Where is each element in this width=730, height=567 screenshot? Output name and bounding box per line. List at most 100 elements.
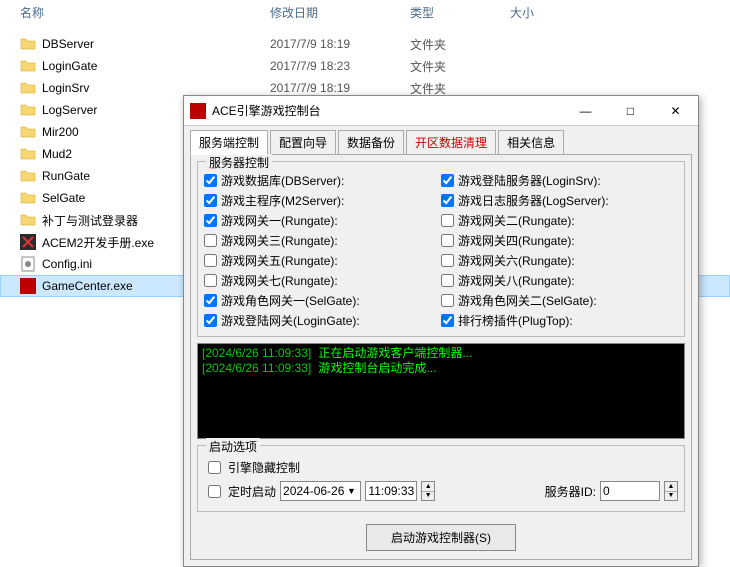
server-check-row: 游戏网关七(Rungate):: [204, 270, 441, 290]
file-row[interactable]: DBServer2017/7/9 18:19文件夹: [0, 33, 730, 55]
server-check-label: 游戏登陆服务器(LoginSrv):: [458, 172, 601, 189]
server-checkbox[interactable]: [204, 234, 217, 247]
server-check-row: 游戏网关六(Rungate):: [441, 250, 678, 270]
folder-icon: [20, 36, 36, 52]
exe-app-icon: [20, 278, 36, 294]
file-name: LoginGate: [42, 59, 270, 73]
folder-icon: [20, 102, 36, 118]
time-value: 11:09:33: [368, 484, 414, 498]
server-check-row: 游戏登陆服务器(LoginSrv):: [441, 170, 678, 190]
server-checkbox[interactable]: [441, 174, 454, 187]
maximize-button[interactable]: □: [608, 96, 653, 125]
hide-engine-checkbox[interactable]: [208, 461, 221, 474]
server-check-label: 游戏网关四(Rungate):: [458, 232, 575, 249]
ace-console-dialog: ACE引擎游戏控制台 — □ ✕ 服务端控制配置向导数据备份开区数据清理相关信息…: [183, 95, 699, 567]
folder-icon: [20, 124, 36, 140]
server-checkbox[interactable]: [204, 174, 217, 187]
window-title: ACE引擎游戏控制台: [212, 102, 563, 119]
server-check-row: 游戏网关三(Rungate):: [204, 230, 441, 250]
tab-content: 服务器控制 游戏数据库(DBServer):游戏主程序(M2Server):游戏…: [190, 154, 692, 560]
file-type: 文件夹: [410, 36, 510, 53]
timed-start-checkbox[interactable]: [208, 485, 221, 498]
server-check-row: 游戏网关八(Rungate):: [441, 270, 678, 290]
time-spinner[interactable]: ▲▼: [421, 481, 435, 501]
file-row[interactable]: LoginGate2017/7/9 18:23文件夹: [0, 55, 730, 77]
timed-start-label: 定时启动: [228, 483, 276, 500]
col-type[interactable]: 类型: [410, 0, 510, 25]
server-check-label: 游戏网关五(Rungate):: [221, 252, 338, 269]
titlebar[interactable]: ACE引擎游戏控制台 — □ ✕: [184, 96, 698, 126]
file-type: 文件夹: [410, 58, 510, 75]
file-date: 2017/7/9 18:23: [270, 59, 410, 73]
server-checkbox[interactable]: [441, 214, 454, 227]
server-check-row: 游戏网关二(Rungate):: [441, 210, 678, 230]
tab-4[interactable]: 相关信息: [498, 130, 564, 154]
folder-icon: [20, 80, 36, 96]
server-checkbox[interactable]: [204, 194, 217, 207]
server-checkbox[interactable]: [204, 254, 217, 267]
server-check-label: 游戏日志服务器(LogServer):: [458, 192, 609, 209]
date-value: 2024-06-26: [283, 484, 344, 498]
server-check-row: 游戏日志服务器(LogServer):: [441, 190, 678, 210]
file-name: DBServer: [42, 37, 270, 51]
server-id-spinner[interactable]: ▲▼: [664, 481, 678, 501]
app-icon: [190, 103, 206, 119]
col-date[interactable]: 修改日期: [270, 0, 410, 25]
file-date: 2017/7/9 18:19: [270, 81, 410, 95]
hide-engine-label: 引擎隐藏控制: [228, 459, 300, 476]
column-headers: 名称 修改日期 类型 大小: [0, 0, 730, 25]
tab-0[interactable]: 服务端控制: [190, 130, 268, 155]
server-checkbox[interactable]: [204, 294, 217, 307]
server-checkbox[interactable]: [441, 274, 454, 287]
servers-group-title: 服务器控制: [206, 154, 272, 171]
server-checkbox[interactable]: [441, 194, 454, 207]
tab-3[interactable]: 开区数据清理: [406, 130, 496, 154]
server-check-row: 游戏角色网关一(SelGate):: [204, 290, 441, 310]
file-date: 2017/7/9 18:19: [270, 37, 410, 51]
server-checkbox[interactable]: [204, 274, 217, 287]
server-check-label: 游戏网关六(Rungate):: [458, 252, 575, 269]
server-checkbox[interactable]: [441, 254, 454, 267]
server-check-row: 游戏角色网关二(SelGate):: [441, 290, 678, 310]
server-checkbox[interactable]: [441, 294, 454, 307]
server-check-label: 游戏网关二(Rungate):: [458, 212, 575, 229]
date-picker[interactable]: 2024-06-26 ▼: [280, 481, 361, 501]
server-check-label: 游戏数据库(DBServer):: [221, 172, 344, 189]
folder-icon: [20, 58, 36, 74]
server-check-label: 游戏网关三(Rungate):: [221, 232, 338, 249]
folder-icon: [20, 168, 36, 184]
col-name[interactable]: 名称: [20, 0, 270, 25]
server-check-label: 游戏网关一(Rungate):: [221, 212, 338, 229]
close-button[interactable]: ✕: [653, 96, 698, 125]
server-check-row: 游戏网关五(Rungate):: [204, 250, 441, 270]
server-check-row: 游戏数据库(DBServer):: [204, 170, 441, 190]
server-id-label: 服务器ID:: [545, 483, 596, 500]
tab-1[interactable]: 配置向导: [270, 130, 336, 154]
server-check-row: 游戏登陆网关(LoginGate):: [204, 310, 441, 330]
time-picker[interactable]: 11:09:33: [365, 481, 417, 501]
server-check-label: 游戏登陆网关(LoginGate):: [221, 312, 360, 329]
server-check-row: 游戏主程序(M2Server):: [204, 190, 441, 210]
server-check-row: 游戏网关四(Rungate):: [441, 230, 678, 250]
col-size[interactable]: 大小: [510, 0, 590, 25]
server-id-input[interactable]: [600, 481, 660, 501]
server-checkbox[interactable]: [441, 314, 454, 327]
server-checkbox[interactable]: [204, 314, 217, 327]
chevron-down-icon[interactable]: ▼: [344, 486, 358, 496]
options-groupbox: 启动选项 引擎隐藏控制 定时启动 2024-06-26 ▼ 11:09:33 ▲…: [197, 445, 685, 512]
folder-icon: [20, 146, 36, 162]
launch-button[interactable]: 启动游戏控制器(S): [366, 524, 516, 551]
server-check-label: 游戏角色网关二(SelGate):: [458, 292, 597, 309]
tab-2[interactable]: 数据备份: [338, 130, 404, 154]
server-check-label: 游戏网关七(Rungate):: [221, 272, 338, 289]
folder-icon: [20, 212, 36, 228]
server-check-row: 排行榜插件(PlugTop):: [441, 310, 678, 330]
server-checkbox[interactable]: [204, 214, 217, 227]
server-check-label: 排行榜插件(PlugTop):: [458, 312, 573, 329]
checks-left-column: 游戏数据库(DBServer): 游戏主程序(M2Server): 游戏网关一(Ru…: [204, 170, 441, 330]
tab-bar: 服务端控制配置向导数据备份开区数据清理相关信息: [184, 126, 698, 154]
server-check-label: 游戏主程序(M2Server):: [221, 192, 344, 209]
minimize-button[interactable]: —: [563, 96, 608, 125]
file-type: 文件夹: [410, 80, 510, 97]
server-checkbox[interactable]: [441, 234, 454, 247]
